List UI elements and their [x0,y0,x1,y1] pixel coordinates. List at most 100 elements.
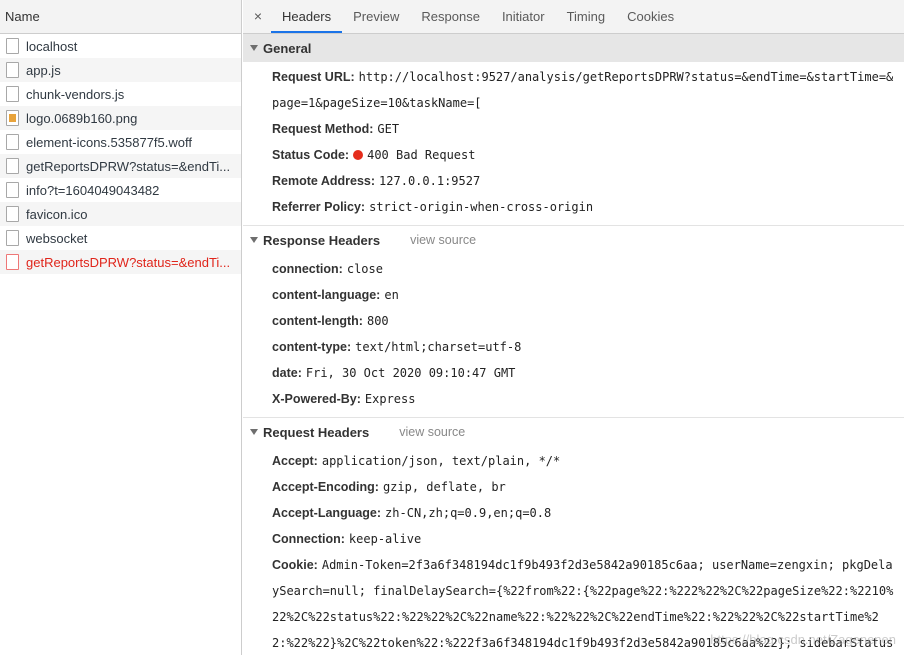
request-headers-header[interactable]: Request Headers view source [243,418,904,446]
request-row-getreports-2-error[interactable]: getReportsDPRW?status=&endTi... [0,250,241,274]
request-row-element-icons[interactable]: element-icons.535877f5.woff [0,130,241,154]
collapse-triangle-icon [250,45,258,51]
tab-cookies[interactable]: Cookies [616,0,685,33]
request-row-getreports-1[interactable]: getReportsDPRW?status=&endTi... [0,154,241,178]
request-headers-title: Request Headers [263,424,370,440]
request-row-chunk-vendors[interactable]: chunk-vendors.js [0,82,241,106]
request-header-row: Accept-Encoding: gzip, deflate, br [243,474,904,500]
general-section: General Request URL: http://localhost:952… [243,34,904,226]
header-value: Fri, 30 Oct 2020 09:10:47 GMT [305,366,516,380]
header-value: keep-alive [348,532,422,546]
header-key: Accept: [272,454,318,468]
request-row-localhost[interactable]: localhost [0,34,241,58]
request-name: favicon.ico [26,206,88,222]
request-name: websocket [26,230,88,246]
request-url-label: Request URL: [272,70,355,84]
request-row-websocket[interactable]: websocket [0,226,241,250]
header-key: content-language: [272,288,381,302]
header-value: text/html;charset=utf-8 [355,340,522,354]
tab-timing[interactable]: Timing [556,0,617,33]
file-icon [6,38,19,54]
collapse-triangle-icon [250,237,258,243]
request-header-row: Accept: application/json, text/plain, */* [243,448,904,474]
header-value: 800 [366,314,389,328]
response-header-row: X-Powered-By: Express [243,386,904,412]
header-key: Cookie: [272,558,318,572]
response-header-row: content-language: en [243,282,904,308]
header-value: gzip, deflate, br [382,480,506,494]
remote-address-value: 127.0.0.1:9527 [379,174,481,188]
request-url-value: http://localhost:9527/analysis/getReport… [272,70,894,110]
status-code-value: 400 Bad Request [367,148,476,162]
file-icon [6,62,19,78]
request-name: chunk-vendors.js [26,86,125,102]
file-icon [6,86,19,102]
header-value: Express [364,392,416,406]
request-name: app.js [26,62,61,78]
response-header-row: date: Fri, 30 Oct 2020 09:10:47 GMT [243,360,904,386]
referrer-policy-value: strict-origin-when-cross-origin [369,200,594,214]
request-row-favicon[interactable]: favicon.ico [0,202,241,226]
header-key: Connection: [272,532,345,546]
general-title: General [263,40,312,56]
request-method-value: GET [377,122,400,136]
request-method-label: Request Method: [272,122,374,136]
request-name: getReportsDPRW?status=&endTi... [26,158,231,174]
response-headers-section: Response Headers view source connection:… [243,226,904,418]
name-column-header[interactable]: Name [0,0,241,34]
status-error-dot-icon [353,150,364,160]
request-row-info[interactable]: info?t=1604049043482 [0,178,241,202]
header-key: Accept-Language: [272,506,382,520]
image-icon [6,110,19,126]
request-name: localhost [26,38,78,54]
response-header-row: content-length: 800 [243,308,904,334]
header-value: close [346,262,383,276]
request-row-logo[interactable]: logo.0689b160.png [0,106,241,130]
tab-response[interactable]: Response [410,0,491,33]
header-key: content-type: [272,340,352,354]
header-value: zh-CN,zh;q=0.9,en;q=0.8 [385,506,552,520]
header-value: application/json, text/plain, */* [321,454,561,468]
file-icon [6,182,19,198]
remote-address-row: Remote Address: 127.0.0.1:9527 [243,168,904,194]
file-icon [6,134,19,150]
header-key: connection: [272,262,343,276]
referrer-policy-row: Referrer Policy: strict-origin-when-cross… [243,194,904,220]
header-value: en [384,288,399,302]
header-key: X-Powered-By: [272,392,361,406]
request-list-panel: Name localhost app.js chunk-vendors.js l… [0,0,242,655]
header-key: date: [272,366,302,380]
collapse-triangle-icon [250,429,258,435]
general-section-header[interactable]: General [243,34,904,62]
request-url-row: Request URL: http://localhost:9527/analys… [243,64,904,116]
file-icon [6,230,19,246]
status-code-label: Status Code: [272,148,350,162]
response-header-row: content-type: text/html;charset=utf-8 [243,334,904,360]
response-headers-header[interactable]: Response Headers view source [243,226,904,254]
request-header-row: Accept-Language: zh-CN,zh;q=0.9,en;q=0.8 [243,500,904,526]
tab-initiator[interactable]: Initiator [491,0,556,33]
tab-preview[interactable]: Preview [342,0,410,33]
remote-address-label: Remote Address: [272,174,376,188]
header-key: content-length: [272,314,363,328]
status-code-row: Status Code: 400 Bad Request [243,142,904,168]
request-headers-section: Request Headers view source Accept: appli… [243,418,904,655]
request-header-row: Connection: keep-alive [243,526,904,552]
request-row-app-js[interactable]: app.js [0,58,241,82]
file-icon [6,158,19,174]
request-details-panel: × Headers Preview Response Initiator Tim… [243,0,904,655]
tab-headers[interactable]: Headers [271,0,343,33]
details-tab-bar: × Headers Preview Response Initiator Tim… [243,0,904,34]
request-name: getReportsDPRW?status=&endTi... [26,254,231,270]
request-view-source-link[interactable]: view source [399,425,465,439]
request-name: element-icons.535877f5.woff [26,134,192,150]
header-key: Accept-Encoding: [272,480,379,494]
response-headers-title: Response Headers [263,232,381,248]
request-method-row: Request Method: GET [243,116,904,142]
referrer-policy-label: Referrer Policy: [272,200,366,214]
response-view-source-link[interactable]: view source [410,233,476,247]
watermark: https://blog.csdn.net/Zagenenen [710,632,896,647]
close-icon[interactable]: × [249,0,267,33]
response-header-row: connection: close [243,256,904,282]
request-name: info?t=1604049043482 [26,182,160,198]
